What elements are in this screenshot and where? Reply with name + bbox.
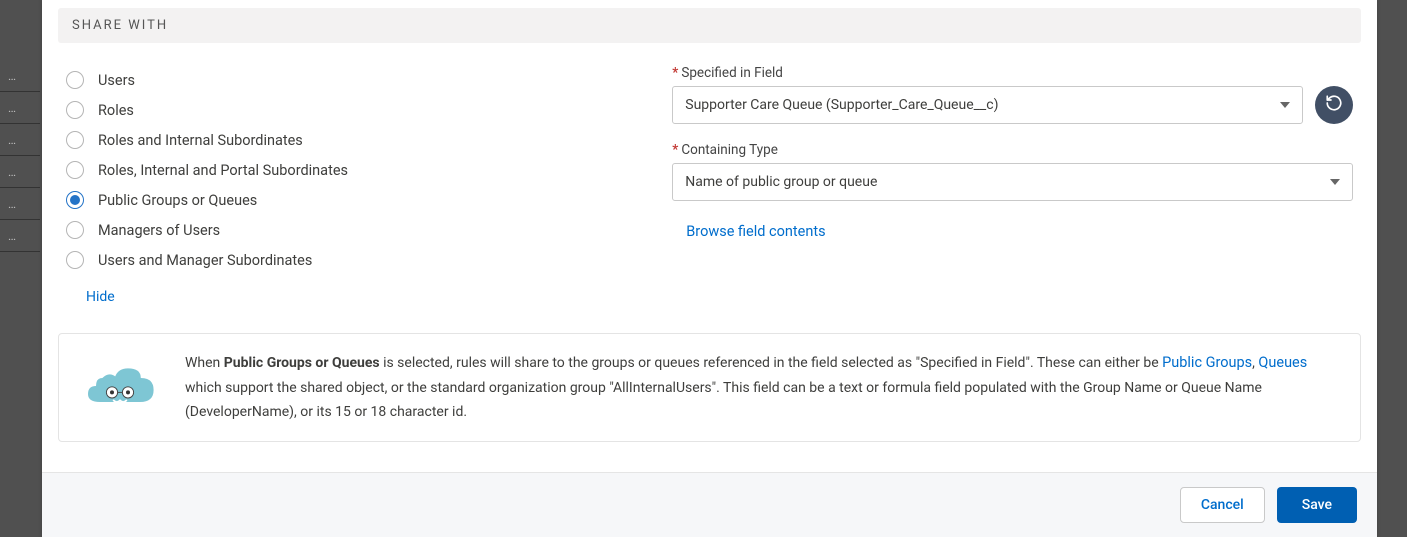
public-groups-link[interactable]: Public Groups [1162,354,1252,371]
radio-indicator [66,251,84,269]
info-bold: Public Groups or Queues [224,355,380,371]
specified-in-field-combo[interactable]: Supporter Care Queue (Supporter_Care_Que… [672,86,1303,124]
info-text-part: which support the shared object, or the … [185,380,1262,421]
required-star-icon: * [672,142,678,158]
radio-users[interactable]: Users [66,65,632,95]
radio-roles-internal-subordinates[interactable]: Roles and Internal Subordinates [66,125,632,155]
save-button[interactable]: Save [1277,487,1357,523]
info-text-part: is selected, rules will share to the gro… [380,355,1163,371]
radio-label: Roles, Internal and Portal Subordinates [98,162,348,179]
chevron-down-icon [1280,102,1290,108]
radio-indicator [66,101,84,119]
specified-in-field-label: *Specified in Field [672,65,1353,81]
combo-value: Supporter Care Queue (Supporter_Care_Que… [685,97,998,113]
button-label: Cancel [1201,497,1244,513]
right-column: *Specified in Field Supporter Care Queue… [672,65,1353,305]
specified-in-field-block: *Specified in Field Supporter Care Queue… [672,65,1353,124]
mascot-icon [75,350,165,414]
containing-type-block: *Containing Type Name of public group or… [672,142,1353,201]
radio-label: Users and Manager Subordinates [98,252,312,269]
radio-users-manager-subordinates[interactable]: Users and Manager Subordinates [66,245,632,275]
share-with-radio-group: Users Roles Roles and Internal Subordina… [66,65,632,305]
chevron-down-icon [1330,179,1340,185]
containing-type-combo[interactable]: Name of public group or queue [672,163,1353,201]
radio-label: Roles [98,102,134,119]
modal-body: SHARE WITH Users Roles Roles and Interna… [42,0,1377,472]
radio-roles-internal-portal-subordinates[interactable]: Roles, Internal and Portal Subordinates [66,155,632,185]
queues-link[interactable]: Queues [1258,354,1307,371]
containing-type-label: *Containing Type [672,142,1353,158]
radio-label: Public Groups or Queues [98,192,257,209]
radio-roles[interactable]: Roles [66,95,632,125]
info-callout: When Public Groups or Queues is selected… [58,333,1361,442]
hide-link[interactable]: Hide [66,275,115,305]
radio-label: Managers of Users [98,222,220,239]
radio-managers-of-users[interactable]: Managers of Users [66,215,632,245]
radio-indicator [66,71,84,89]
cancel-button[interactable]: Cancel [1180,487,1265,523]
radio-indicator [66,161,84,179]
info-text: When Public Groups or Queues is selected… [185,350,1340,425]
modal: SHARE WITH Users Roles Roles and Interna… [42,0,1377,537]
radio-public-groups-or-queues[interactable]: Public Groups or Queues [66,185,632,215]
browse-field-contents-link[interactable]: Browse field contents [672,219,825,240]
label-text: Containing Type [681,142,778,158]
button-label: Save [1302,497,1332,513]
combo-value: Name of public group or queue [685,174,877,190]
radio-label: Users [98,72,135,89]
section-header-share-with: SHARE WITH [58,8,1361,43]
radio-indicator [66,221,84,239]
info-text-part: When [185,355,224,371]
label-text: Specified in Field [681,65,783,81]
radio-label: Roles and Internal Subordinates [98,132,303,149]
form-columns: Users Roles Roles and Internal Subordina… [58,43,1361,315]
radio-indicator [66,191,84,209]
radio-indicator [66,131,84,149]
section-title: SHARE WITH [72,18,168,33]
refresh-button[interactable] [1315,86,1353,124]
modal-footer: Cancel Save [42,472,1377,537]
background-grid: … … … … … … [0,60,40,252]
refresh-icon [1325,94,1343,116]
required-star-icon: * [672,65,678,81]
